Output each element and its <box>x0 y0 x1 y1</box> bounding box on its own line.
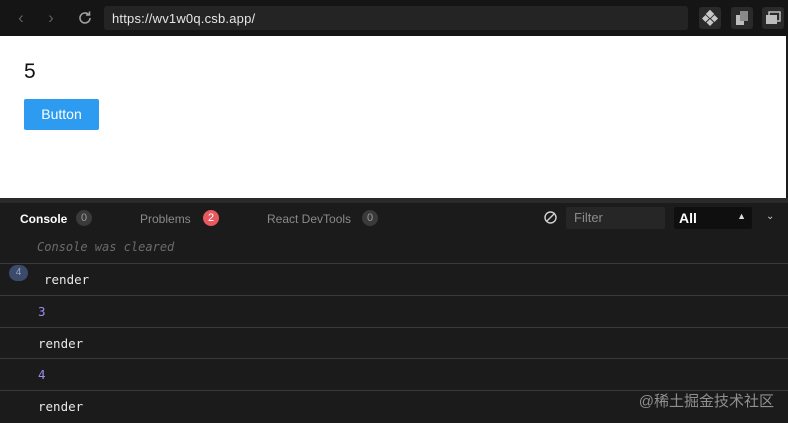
count-value: 5 <box>24 60 36 83</box>
layout-toggle-icon[interactable] <box>762 7 784 29</box>
url-text: https://wv1w0q.csb.app/ <box>112 11 256 26</box>
console-log-row: 3 <box>0 295 788 326</box>
log-text: render <box>38 399 84 414</box>
forward-icon[interactable]: › <box>42 9 60 27</box>
problems-count-badge: 2 <box>203 210 219 226</box>
log-text: render <box>44 272 90 287</box>
log-level-select[interactable]: All ▲ <box>674 207 752 229</box>
devtools-count-badge: 0 <box>362 210 378 226</box>
address-bar[interactable]: https://wv1w0q.csb.app/ <box>104 6 688 30</box>
log-number: 4 <box>38 367 46 382</box>
console-cleared-message: Console was cleared <box>37 240 175 254</box>
chevron-down-icon[interactable]: ⌄ <box>766 211 774 222</box>
preview-page: 5 Button <box>0 36 786 198</box>
select-arrows-icon: ▲ <box>737 211 746 221</box>
log-text: render <box>38 336 84 351</box>
browser-toolbar: ‹ › https://wv1w0q.csb.app/ <box>0 0 788 36</box>
log-level-value: All <box>679 210 697 226</box>
increment-button[interactable]: Button <box>24 99 99 130</box>
console-log-row: render <box>0 327 788 358</box>
devtools-tabbar: Console 0 Problems 2 React DevTools 0 ⌄ <box>0 203 788 232</box>
watermark: @稀土掘金技术社区 <box>638 393 774 410</box>
tab-react-devtools[interactable]: React DevTools <box>267 212 351 226</box>
open-new-window-icon[interactable] <box>731 7 753 29</box>
repeat-count-badge: 4 <box>9 265 28 281</box>
console-count-badge: 0 <box>76 210 92 226</box>
console-filter-input[interactable]: Filter <box>566 207 665 229</box>
console-log-row: 4 <box>0 358 788 389</box>
log-number: 3 <box>38 304 46 319</box>
back-icon[interactable]: ‹ <box>12 9 30 27</box>
tab-console[interactable]: Console <box>20 212 67 226</box>
console-log-row: render <box>0 263 788 294</box>
tab-problems[interactable]: Problems <box>140 212 191 226</box>
clear-console-icon[interactable] <box>543 210 558 230</box>
refresh-icon[interactable] <box>76 9 94 27</box>
codesandbox-icon[interactable] <box>699 7 721 29</box>
